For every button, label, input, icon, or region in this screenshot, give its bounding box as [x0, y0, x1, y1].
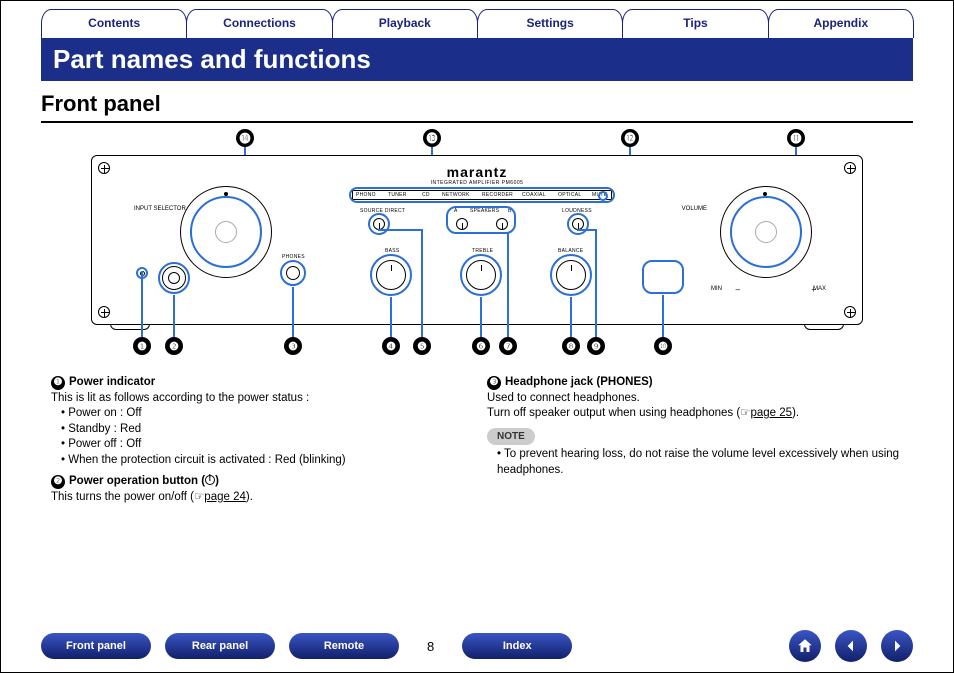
desc1-b3: Power off : Off — [61, 437, 467, 453]
desc1-b4: When the protection circuit is activated… — [61, 453, 467, 469]
desc1-b2: Standby : Red — [61, 422, 467, 438]
highlight-8 — [550, 254, 592, 296]
desc2-text-a: This turns the power on/off ( — [51, 491, 194, 503]
highlight-13 — [349, 187, 615, 203]
brand-logo: marantz — [447, 164, 508, 180]
callout-11: ⓫ — [787, 129, 805, 147]
screw-icon — [844, 306, 856, 318]
highlight-14 — [190, 196, 262, 268]
descriptions: ❶ Power indicator This is lit as follows … — [51, 369, 903, 505]
desc2-heading-b: ) — [215, 475, 219, 487]
page-ref-icon: ☞ — [194, 491, 204, 503]
desc3-text-a: Turn off speaker output when using headp… — [487, 407, 740, 419]
highlight-7 — [446, 206, 516, 234]
callout-12: ⓬ — [621, 129, 639, 147]
callout-6: ❻ — [472, 337, 490, 355]
screw-icon — [844, 162, 856, 174]
callout-4: ❹ — [382, 337, 400, 355]
desc3-l2: Turn off speaker output when using headp… — [487, 406, 903, 422]
page-title: Part names and functions — [41, 38, 913, 81]
front-panel-diagram: ⓮ ⓭ ⓬ ⓫ marantz INTEGRATED AMPLIFIER PM6… — [91, 129, 863, 363]
desc2-text-b: ). — [246, 491, 253, 503]
highlight-11 — [730, 196, 802, 268]
callout-8: ❽ — [562, 337, 580, 355]
highlight-4 — [370, 254, 412, 296]
home-icon — [796, 637, 814, 655]
amplifier-panel: marantz INTEGRATED AMPLIFIER PM6005 INPU… — [91, 155, 863, 325]
next-button[interactable] — [881, 630, 913, 662]
prev-button[interactable] — [835, 630, 867, 662]
callout-13: ⓭ — [423, 129, 441, 147]
desc2-heading-a: Power operation button ( — [69, 475, 205, 487]
page-ref-icon: ☞ — [740, 407, 750, 419]
home-button[interactable] — [789, 630, 821, 662]
brand-subtitle: INTEGRATED AMPLIFIER PM6005 — [431, 180, 524, 186]
desc3-heading: Headphone jack (PHONES) — [505, 376, 653, 388]
highlight-9 — [567, 213, 589, 235]
arrow-left-icon — [843, 638, 859, 654]
highlight-3 — [280, 260, 306, 286]
desc3-num: ❸ — [487, 376, 501, 390]
callout-3: ❸ — [284, 337, 302, 355]
note-badge: NOTE — [487, 428, 535, 446]
nav-index[interactable]: Index — [462, 633, 572, 659]
section-heading: Front panel — [41, 91, 913, 123]
desc3-title: ❸ Headphone jack (PHONES) — [487, 375, 903, 391]
nav-rear-panel[interactable]: Rear panel — [165, 633, 275, 659]
callout-10: ❿ — [654, 337, 672, 355]
label-volume: VOLUME — [682, 206, 707, 212]
screw-icon — [98, 306, 110, 318]
tab-tips[interactable]: Tips — [622, 9, 768, 38]
tab-settings[interactable]: Settings — [477, 9, 623, 38]
bottom-nav: Front panel Rear panel Remote 8 Index — [1, 630, 953, 662]
label-input-selector: INPUT SELECTOR — [134, 206, 186, 212]
desc1-title: ❶ Power indicator — [51, 375, 467, 391]
label-min: MIN — [711, 286, 722, 292]
desc1-line: This is lit as follows according to the … — [51, 391, 467, 407]
note-text: To prevent hearing loss, do not raise th… — [497, 447, 903, 478]
foot-icon — [804, 324, 844, 330]
desc1-b1: Power on : Off — [61, 406, 467, 422]
desc1-heading: Power indicator — [69, 376, 155, 388]
callout-5: ❺ — [413, 337, 431, 355]
nav-remote[interactable]: Remote — [289, 633, 399, 659]
link-page-25[interactable]: page 25 — [751, 407, 793, 419]
screw-icon — [98, 162, 110, 174]
tab-appendix[interactable]: Appendix — [768, 9, 914, 38]
foot-icon — [110, 324, 150, 330]
desc1-num: ❶ — [51, 376, 65, 390]
tab-connections[interactable]: Connections — [186, 9, 332, 38]
desc2-line: This turns the power on/off (☞page 24). — [51, 490, 467, 506]
desc3-l1: Used to connect headphones. — [487, 391, 903, 407]
highlight-12 — [598, 191, 608, 201]
arrow-right-icon — [889, 638, 905, 654]
highlight-5 — [368, 213, 390, 235]
desc2-num: ❷ — [51, 475, 65, 489]
page-number: 8 — [427, 639, 434, 654]
callout-2: ❷ — [165, 337, 183, 355]
nav-front-panel[interactable]: Front panel — [41, 633, 151, 659]
callout-9: ❾ — [587, 337, 605, 355]
link-page-24[interactable]: page 24 — [204, 491, 246, 503]
callout-7: ❼ — [499, 337, 517, 355]
tab-playback[interactable]: Playback — [332, 9, 478, 38]
label-plus: + — [811, 285, 816, 294]
highlight-10 — [642, 260, 684, 294]
desc2-title: ❷ Power operation button () — [51, 474, 467, 490]
power-icon — [205, 475, 215, 485]
desc3-text-b: ). — [792, 407, 799, 419]
highlight-6 — [460, 254, 502, 296]
highlight-2 — [158, 262, 190, 294]
tab-contents[interactable]: Contents — [41, 9, 187, 38]
callout-14: ⓮ — [236, 129, 254, 147]
callout-1: ❶ — [133, 337, 151, 355]
label-dash: – — [736, 285, 740, 294]
top-tabs: Contents Connections Playback Settings T… — [1, 1, 953, 38]
